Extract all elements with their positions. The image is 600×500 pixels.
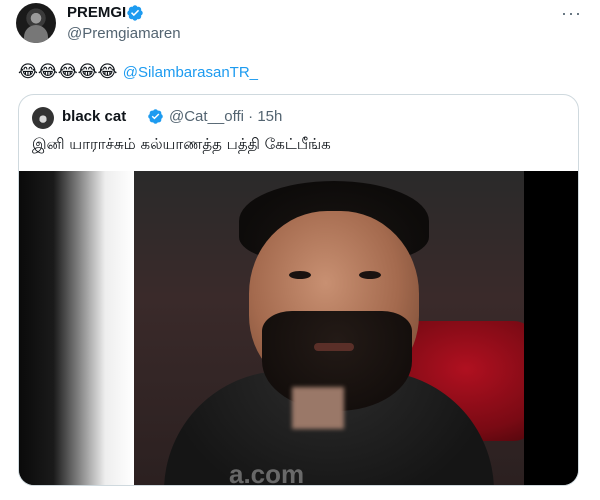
mention-link[interactable]: @SilambarasanTR_	[123, 64, 258, 81]
video-thumbnail[interactable]: a.com	[19, 171, 578, 486]
author-name[interactable]: PREMGI	[67, 4, 126, 21]
right-eye	[359, 271, 381, 279]
video-watermark: a.com	[229, 459, 305, 486]
video-frame: a.com	[134, 171, 524, 486]
left-eye	[289, 271, 311, 279]
laughing-emojis: 😂😂😂😂😂	[18, 62, 118, 82]
verified-badge-icon	[148, 109, 163, 124]
quoted-author-avatar[interactable]	[32, 107, 54, 129]
quoted-author-name[interactable]: black cat	[62, 108, 126, 125]
video-right-band	[524, 171, 578, 485]
mouth	[314, 343, 354, 351]
verified-badge-icon	[127, 5, 143, 21]
author-handle[interactable]: @Premgiamaren	[67, 25, 181, 42]
quoted-tweet-text: இனி யாராச்சும் கல்யாணத்த பத்தி கேட்பீங்க	[32, 135, 331, 153]
quoted-tweet[interactable]: black cat @Cat__offi · 15h இனி யாராச்சும…	[18, 94, 579, 486]
video-left-band	[19, 171, 134, 485]
blurred-patch	[292, 387, 344, 429]
quoted-author-handle-time[interactable]: @Cat__offi · 15h	[169, 108, 282, 125]
author-avatar[interactable]	[16, 3, 56, 43]
more-horizontal-icon[interactable]: ···	[561, 3, 582, 24]
tweet-text: 😂😂😂😂😂 @SilambarasanTR_	[18, 62, 258, 82]
